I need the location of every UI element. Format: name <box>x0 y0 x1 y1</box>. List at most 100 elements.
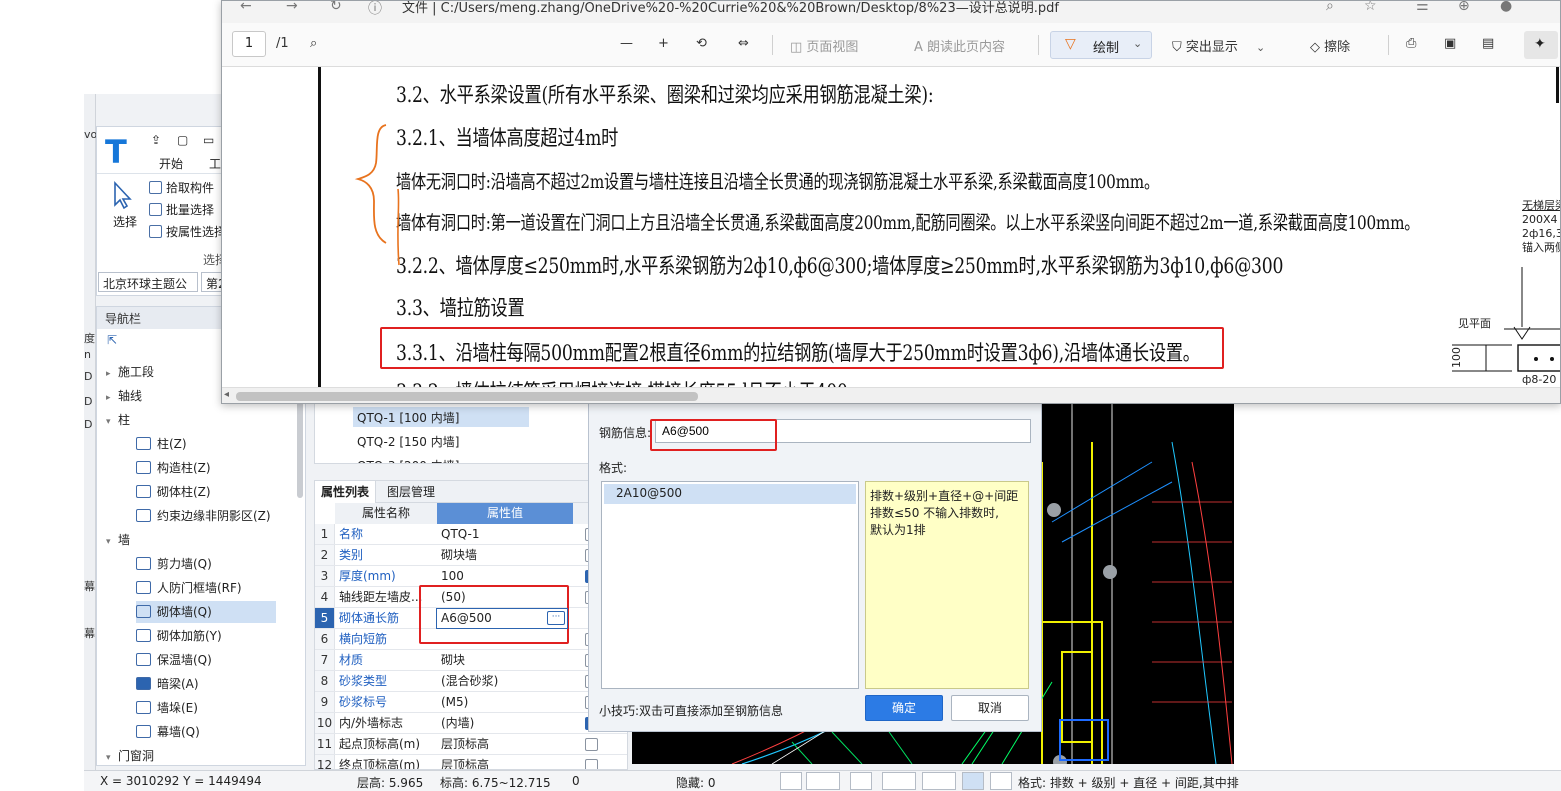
attach-checkbox[interactable] <box>585 759 598 769</box>
favorites-icon[interactable]: ☰ <box>1416 1 1429 14</box>
nav-item[interactable]: 柱(Z) <box>136 433 336 455</box>
property-row[interactable]: 3 厚度(mm) 100 <box>315 566 627 587</box>
snap-ortho-button[interactable] <box>780 772 802 790</box>
tab-property-list[interactable]: 属性列表 <box>315 481 377 503</box>
property-value[interactable]: 砌块 <box>441 650 573 670</box>
page-number-input[interactable]: 1 <box>232 31 266 57</box>
expand-icon[interactable]: ▾ <box>106 531 118 553</box>
profile-icon[interactable]: ● <box>1500 1 1512 14</box>
nav-item[interactable]: 约束边缘非阴影区(Z) <box>136 505 336 527</box>
pdf-document-page[interactable]: 3.2、水平系梁设置(所有水平系梁、圈梁和过梁均应采用钢筋混凝土梁): 3.2.… <box>222 67 1560 387</box>
page-view-button[interactable]: ◫ 页面视图 <box>790 36 858 55</box>
curve-button[interactable] <box>990 772 1012 790</box>
property-row[interactable]: 12 终点顶标高(m) 层顶标高 <box>315 755 627 769</box>
nav-item[interactable]: 保温墙(Q) <box>136 649 336 671</box>
save-as-icon[interactable]: ▤ <box>1482 36 1494 51</box>
tab-start[interactable]: 开始 <box>159 155 183 172</box>
nav-item[interactable]: ▾ 门窗洞 <box>106 745 306 767</box>
ok-button[interactable]: 确定 <box>865 695 943 721</box>
property-value[interactable]: QTQ-1 <box>441 524 573 544</box>
property-value[interactable]: (混合砂浆) <box>441 671 573 691</box>
offset-button[interactable] <box>922 772 956 790</box>
back-icon[interactable]: ← <box>240 1 252 14</box>
fit-width-icon[interactable]: ⇔ <box>738 36 749 51</box>
wall-item[interactable]: QTQ-2 [150 内墙] <box>353 431 529 451</box>
tab-next[interactable]: 工 <box>209 155 221 172</box>
zoom-in-icon[interactable]: + <box>658 36 669 51</box>
select-arrow-icon[interactable] <box>107 179 135 211</box>
nav-item[interactable]: 暗梁(A) <box>136 673 336 695</box>
property-row[interactable]: 10 内/外墙标志 (内墙) <box>315 713 627 734</box>
open-folder-icon[interactable]: ▭ <box>203 133 214 147</box>
ellipsis-button[interactable]: ··· <box>547 611 565 625</box>
refresh-icon[interactable]: ↻ <box>330 1 342 14</box>
zoom-icon[interactable]: ⌕ <box>1326 1 1334 14</box>
rebar-value-editor[interactable]: A6@500 ··· <box>436 608 568 629</box>
pin-icon[interactable]: ⇱ <box>107 333 117 347</box>
display-toggle-button[interactable] <box>962 772 984 790</box>
horizontal-scrollbar[interactable]: ◂ <box>222 387 1560 403</box>
select-by-attr-button[interactable]: 按属性选择 <box>149 223 226 240</box>
info-icon[interactable]: ⓘ <box>368 1 382 18</box>
zoom-out-icon[interactable]: — <box>620 36 633 51</box>
tab-layer-manager[interactable]: 图层管理 <box>381 481 441 503</box>
select-button[interactable]: 选择 <box>113 213 137 230</box>
forward-icon[interactable]: → <box>286 1 298 14</box>
property-value[interactable]: 层顶标高 <box>441 755 573 769</box>
save-icon[interactable]: ▣ <box>1444 36 1456 51</box>
nav-item[interactable]: 人防门框墙(RF) <box>136 577 336 599</box>
property-value[interactable]: (M5) <box>441 692 573 712</box>
rotate-icon[interactable]: ⟲ <box>696 36 707 51</box>
scroll-thumb[interactable] <box>236 392 698 401</box>
property-row[interactable]: 1 名称 QTQ-1 <box>315 524 627 545</box>
collections-icon[interactable]: ⊕ <box>1458 1 1470 14</box>
draw-button[interactable]: ▽ 绘制 ⌄ <box>1050 31 1152 59</box>
format-item[interactable]: 2A10@500 <box>604 484 856 504</box>
property-row[interactable]: 7 材质 砌块 <box>315 650 627 671</box>
property-value[interactable]: 砌块墙 <box>441 545 573 565</box>
nav-item[interactable]: 墙垛(E) <box>136 697 336 719</box>
pin-toolbar-button[interactable]: ✦ <box>1524 31 1558 59</box>
new-file-icon[interactable]: ▢ <box>177 133 188 147</box>
property-row[interactable]: 11 起点顶标高(m) 层顶标高 <box>315 734 627 755</box>
nav-item[interactable]: 砌体柱(Z) <box>136 481 336 503</box>
nav-item[interactable]: ▾ 柱 <box>106 409 306 431</box>
url-text[interactable]: 文件 | C:/Users/meng.zhang/OneDrive%20-%20… <box>402 1 1059 16</box>
snap-mode-button[interactable] <box>806 772 840 790</box>
attach-checkbox[interactable] <box>585 738 598 751</box>
cross-snap-button[interactable] <box>850 772 872 790</box>
wall-item[interactable]: QTQ-3 [200 内墙] <box>353 455 529 463</box>
upload-icon[interactable]: ⇪ <box>151 133 161 147</box>
project-combo[interactable]: 北京环球主题公 <box>98 272 198 292</box>
print-icon[interactable]: ⎙ <box>1406 36 1416 51</box>
chevron-down-icon[interactable]: ⌄ <box>1133 37 1142 50</box>
pick-component-button[interactable]: 拾取构件 <box>149 179 214 196</box>
property-value[interactable]: 层顶标高 <box>441 734 573 754</box>
elevation: 标高: 6.75~12.715 <box>440 776 551 790</box>
expand-icon[interactable]: ▾ <box>106 747 118 769</box>
nav-item[interactable]: 构造柱(Z) <box>136 457 336 479</box>
expand-icon[interactable]: ▸ <box>106 363 118 385</box>
nav-item[interactable]: 砌体加筋(Y) <box>136 625 336 647</box>
angle-snap-button[interactable] <box>882 772 916 790</box>
wall-item[interactable]: QTQ-1 [100 内墙] <box>353 407 529 427</box>
nav-item[interactable]: 幕墙(Q) <box>136 721 336 743</box>
scroll-left-icon[interactable]: ◂ <box>224 389 229 400</box>
property-row[interactable]: 2 类别 砌块墙 <box>315 545 627 566</box>
expand-icon[interactable]: ▸ <box>106 387 118 409</box>
highlight-button[interactable]: ⛉ 突出显示 ⌄ <box>1172 36 1265 55</box>
property-value[interactable]: (内墙) <box>441 713 573 733</box>
batch-select-button[interactable]: 批量选择 <box>149 201 214 218</box>
property-row[interactable]: 9 砂浆标号 (M5) <box>315 692 627 713</box>
nav-item[interactable]: 剪力墙(Q) <box>136 553 336 575</box>
cancel-button[interactable]: 取消 <box>951 695 1029 721</box>
search-icon[interactable]: ⌕ <box>310 36 317 51</box>
nav-item[interactable]: ▾ 墙 <box>106 529 306 551</box>
nav-item[interactable]: 砌体墙(Q) <box>136 601 276 623</box>
property-value[interactable]: 100 <box>441 566 573 586</box>
expand-icon[interactable]: ▾ <box>106 411 118 433</box>
read-mode-icon[interactable]: ☆ <box>1364 1 1377 14</box>
read-aloud-button[interactable]: A 朗读此页内容 <box>914 36 1005 55</box>
property-row[interactable]: 8 砂浆类型 (混合砂浆) <box>315 671 627 692</box>
erase-button[interactable]: ◇ 擦除 <box>1310 36 1350 55</box>
